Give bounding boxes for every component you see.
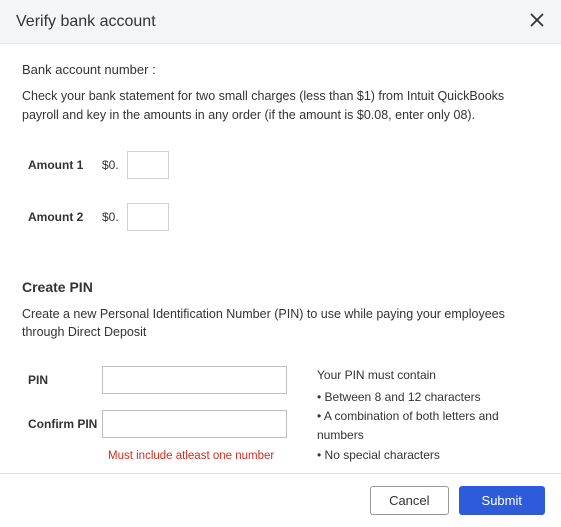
- pin-req-3: • No special characters: [317, 446, 539, 465]
- pin-label: PIN: [22, 373, 102, 387]
- pin-instruction: Create a new Personal Identification Num…: [22, 305, 539, 343]
- pin-requirements-title: Your PIN must contain: [317, 368, 539, 382]
- confirm-pin-label: Confirm PIN: [22, 417, 102, 431]
- cancel-button[interactable]: Cancel: [370, 486, 448, 515]
- dialog-content: Bank account number : Check your bank st…: [0, 44, 561, 475]
- dialog-header: Verify bank account: [0, 0, 561, 44]
- close-icon: [529, 12, 545, 31]
- create-pin-heading: Create PIN: [22, 279, 539, 295]
- pin-requirements: Your PIN must contain • Between 8 and 12…: [317, 366, 539, 465]
- pin-row: PIN: [22, 366, 287, 394]
- pin-req-1: • Between 8 and 12 characters: [317, 388, 539, 407]
- pin-area: PIN Confirm PIN Must include atleast one…: [22, 366, 539, 465]
- confirm-pin-row: Confirm PIN: [22, 410, 287, 438]
- bank-instruction: Check your bank statement for two small …: [22, 87, 539, 125]
- dialog-title: Verify bank account: [16, 13, 156, 31]
- pin-req-2: • A combination of both letters and numb…: [317, 407, 539, 445]
- amount2-input[interactable]: [127, 203, 169, 231]
- submit-button[interactable]: Submit: [459, 486, 545, 515]
- amount1-input[interactable]: [127, 151, 169, 179]
- close-button[interactable]: [529, 12, 545, 31]
- amount2-label: Amount 2: [22, 210, 102, 224]
- amount1-prefix: $0.: [102, 158, 119, 172]
- amount1-label: Amount 1: [22, 158, 102, 172]
- pin-error-message: Must include atleast one number: [108, 450, 287, 462]
- pin-fields: PIN Confirm PIN Must include atleast one…: [22, 366, 287, 465]
- amount2-row: Amount 2 $0.: [22, 203, 539, 231]
- bank-account-label: Bank account number :: [22, 62, 539, 77]
- amount2-prefix: $0.: [102, 210, 119, 224]
- amount1-row: Amount 1 $0.: [22, 151, 539, 179]
- pin-input[interactable]: [102, 366, 287, 394]
- dialog-footer: Cancel Submit: [0, 473, 561, 527]
- confirm-pin-input[interactable]: [102, 410, 287, 438]
